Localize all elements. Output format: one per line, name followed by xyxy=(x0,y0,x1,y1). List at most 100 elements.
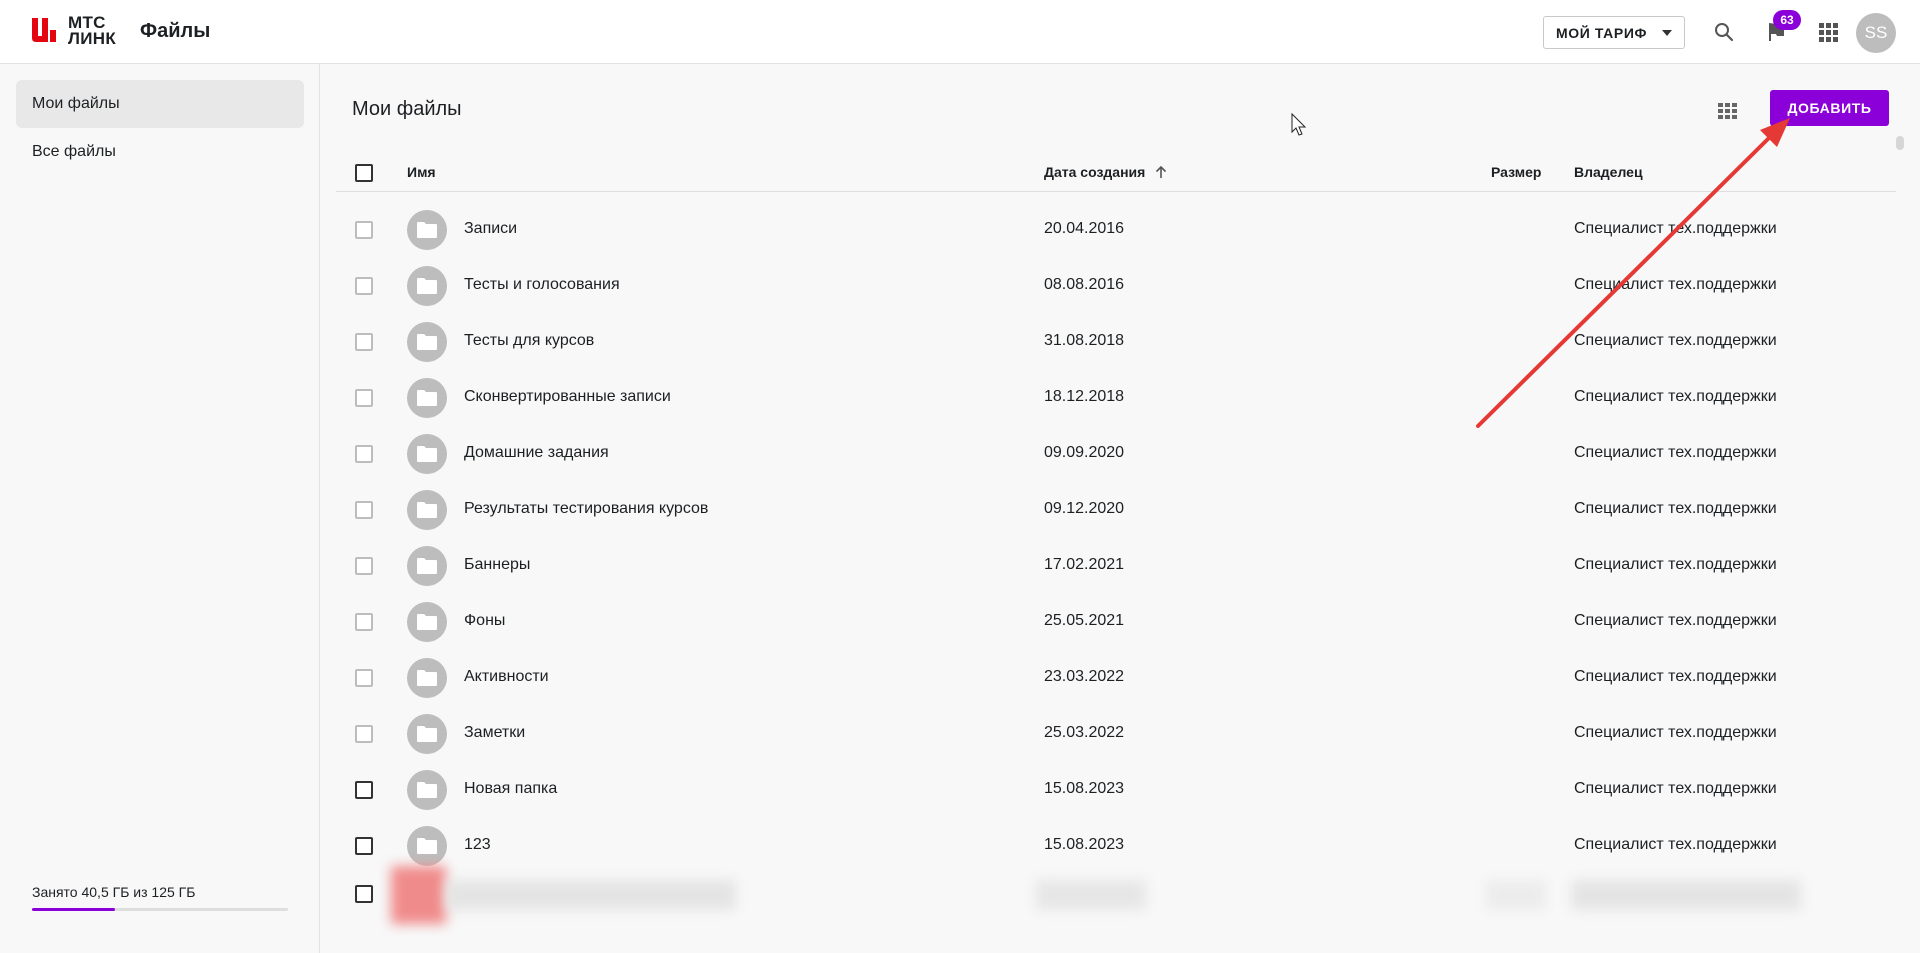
folder-icon xyxy=(417,222,437,238)
blurred-owner xyxy=(1571,880,1801,910)
folder-avatar xyxy=(407,266,447,306)
storage-text: Занято 40,5 ГБ из 125 ГБ xyxy=(32,884,196,900)
cell-name[interactable]: Домашние задания xyxy=(464,444,609,462)
row-checkbox[interactable] xyxy=(355,221,373,239)
grid-view-icon[interactable] xyxy=(1715,99,1739,123)
table-row[interactable]: Результаты тестирования курсов 09.12.2020… xyxy=(336,482,1896,538)
row-checkbox[interactable] xyxy=(355,781,373,799)
cell-name[interactable]: Записи xyxy=(464,220,517,238)
row-checkbox[interactable] xyxy=(355,501,373,519)
cell-owner: Специалист тех.поддержки xyxy=(1574,836,1777,853)
cell-name[interactable]: Новая папка xyxy=(464,780,557,798)
row-checkbox[interactable] xyxy=(355,725,373,743)
row-checkbox[interactable] xyxy=(355,885,373,903)
folder-avatar xyxy=(407,434,447,474)
cell-name[interactable]: Результаты тестирования курсов xyxy=(464,500,708,518)
cell-name[interactable]: Фоны xyxy=(464,612,505,630)
folder-avatar xyxy=(407,602,447,642)
mts-link-logo[interactable]: МТС ЛИНК xyxy=(29,14,116,48)
table-row[interactable]: Активности 23.03.2022 Специалист тех.подде… xyxy=(336,650,1896,706)
tariff-label: МОЙ ТАРИФ xyxy=(1556,24,1648,41)
cell-created: 08.08.2016 xyxy=(1044,276,1125,293)
cell-created: 15.08.2023 xyxy=(1044,836,1125,853)
folder-icon xyxy=(417,446,437,462)
sidebar-item-my-files[interactable]: Мои файлы xyxy=(16,80,304,128)
sidebar-item-label: Мои файлы xyxy=(32,95,120,112)
cell-created: 15.08.2023 xyxy=(1044,780,1125,797)
cell-owner: Специалист тех.поддержки xyxy=(1574,780,1777,797)
table-row[interactable]: Сконвертированные записи 18.12.2018 Специа… xyxy=(336,370,1896,426)
apps-grid-icon[interactable] xyxy=(1816,20,1840,44)
cell-created: 25.03.2022 xyxy=(1044,724,1125,741)
row-checkbox[interactable] xyxy=(355,445,373,463)
row-checkbox[interactable] xyxy=(355,837,373,855)
logo-text-line2: ЛИНК xyxy=(68,29,116,48)
cell-owner: Специалист тех.поддержки xyxy=(1574,220,1777,237)
folder-icon xyxy=(417,670,437,686)
search-icon[interactable] xyxy=(1712,20,1736,44)
row-checkbox[interactable] xyxy=(355,333,373,351)
row-checkbox[interactable] xyxy=(355,613,373,631)
column-header-size[interactable]: Размер xyxy=(1491,164,1541,180)
caret-down-icon xyxy=(1662,30,1672,36)
cell-name[interactable]: Тесты для курсов xyxy=(464,332,594,350)
sort-ascending-icon xyxy=(1156,165,1167,178)
folder-icon xyxy=(417,782,437,798)
main-content: Мои файлы ДОБАВИТЬ Имя Дата создания Раз… xyxy=(321,64,1920,953)
cell-name[interactable]: Баннеры xyxy=(464,556,530,574)
blurred-date xyxy=(1036,880,1146,910)
row-checkbox[interactable] xyxy=(355,557,373,575)
row-checkbox[interactable] xyxy=(355,669,373,687)
cell-owner: Специалист тех.поддержки xyxy=(1574,668,1777,685)
cell-owner: Специалист тех.поддержки xyxy=(1574,276,1777,293)
blurred-size xyxy=(1486,880,1546,910)
table-row[interactable]: Фоны 25.05.2021 Специалист тех.поддержки xyxy=(336,594,1896,650)
folder-avatar xyxy=(407,490,447,530)
table-row[interactable]: Тесты для курсов 31.08.2018 Специалист тех… xyxy=(336,314,1896,370)
cell-name[interactable]: Сконвертированные записи xyxy=(464,388,671,406)
storage-usage: Занято 40,5 ГБ из 125 ГБ xyxy=(32,884,288,911)
folder-avatar xyxy=(407,658,447,698)
cell-owner: Специалист тех.поддержки xyxy=(1574,444,1777,461)
folder-icon xyxy=(417,502,437,518)
table-header: Имя Дата создания Размер Владелец xyxy=(336,154,1896,192)
cell-owner: Специалист тех.поддержки xyxy=(1574,500,1777,517)
column-header-created[interactable]: Дата создания xyxy=(1044,164,1167,180)
column-header-created-label: Дата создания xyxy=(1044,164,1146,180)
cell-created: 31.08.2018 xyxy=(1044,332,1125,349)
cell-owner: Специалист тех.поддержки xyxy=(1574,332,1777,349)
cell-created: 20.04.2016 xyxy=(1044,220,1125,237)
cell-created: 18.12.2018 xyxy=(1044,388,1125,405)
sidebar-item-label: Все файлы xyxy=(32,143,116,160)
cell-name[interactable]: 123 xyxy=(464,836,491,854)
scrollbar[interactable] xyxy=(1896,136,1904,150)
table-row[interactable]: Баннеры 17.02.2021 Специалист тех.поддержк… xyxy=(336,538,1896,594)
sidebar-item-all-files[interactable]: Все файлы xyxy=(16,128,304,176)
folder-icon xyxy=(417,390,437,406)
page-title: Мои файлы xyxy=(352,98,462,120)
table-row[interactable]: Новая папка 15.08.2023 Специалист тех.подд… xyxy=(336,762,1896,818)
user-avatar[interactable]: SS xyxy=(1856,13,1896,53)
table-row-blurred[interactable] xyxy=(336,866,1896,924)
sidebar: Мои файлы Все файлы Занято 40,5 ГБ из 12… xyxy=(0,64,320,953)
cell-name[interactable]: Заметки xyxy=(464,724,525,742)
blurred-name xyxy=(446,880,736,910)
folder-avatar xyxy=(407,770,447,810)
cell-name[interactable]: Активности xyxy=(464,668,549,686)
column-header-owner[interactable]: Владелец xyxy=(1574,164,1643,180)
table-row[interactable]: Тесты и голосования 08.08.2016 Специалист … xyxy=(336,258,1896,314)
folder-avatar xyxy=(407,826,447,866)
add-button[interactable]: ДОБАВИТЬ xyxy=(1770,90,1889,126)
row-checkbox[interactable] xyxy=(355,277,373,295)
table-row[interactable]: Домашние задания 09.09.2020 Специалист тех… xyxy=(336,426,1896,482)
cell-created: 25.05.2021 xyxy=(1044,612,1125,629)
notifications-badge: 63 xyxy=(1773,10,1801,30)
select-all-checkbox[interactable] xyxy=(355,164,373,182)
cell-name[interactable]: Тесты и голосования xyxy=(464,276,620,294)
row-checkbox[interactable] xyxy=(355,389,373,407)
my-tariff-button[interactable]: МОЙ ТАРИФ xyxy=(1543,16,1685,49)
table-row[interactable]: Записи 20.04.2016 Специалист тех.поддержки xyxy=(336,202,1896,258)
blurred-thumbnail xyxy=(391,866,446,924)
column-header-name[interactable]: Имя xyxy=(407,164,436,180)
table-row[interactable]: Заметки 25.03.2022 Специалист тех.поддержк… xyxy=(336,706,1896,762)
